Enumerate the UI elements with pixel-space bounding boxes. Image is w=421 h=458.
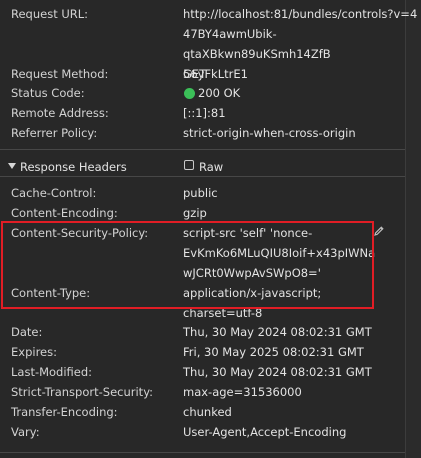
section-divider-top bbox=[0, 149, 405, 150]
date-label: Date: bbox=[11, 325, 43, 339]
strict-transport-security-value: max-age=31536000 bbox=[183, 385, 302, 399]
request-method-value: GET bbox=[183, 67, 207, 81]
section-divider-bottom bbox=[0, 176, 405, 177]
remote-address-label: Remote Address: bbox=[11, 106, 109, 120]
content-type-label: Content-Type: bbox=[11, 286, 91, 300]
request-url-label: Request URL: bbox=[11, 7, 89, 21]
request-url-value: http://localhost:81/bundles/controls?v=4… bbox=[183, 7, 418, 81]
status-ok-dot-icon bbox=[184, 88, 195, 99]
referrer-policy-label: Referrer Policy: bbox=[11, 126, 98, 140]
expires-value: Fri, 30 May 2025 08:02:31 GMT bbox=[183, 345, 364, 359]
vary-label: Vary: bbox=[11, 425, 40, 439]
raw-checkbox[interactable] bbox=[184, 160, 194, 170]
status-code-label: Status Code: bbox=[11, 86, 85, 100]
referrer-policy-value: strict-origin-when-cross-origin bbox=[183, 126, 356, 140]
network-headers-panel: Request URL: http://localhost:81/bundles… bbox=[0, 0, 421, 458]
bottom-divider bbox=[0, 452, 405, 453]
response-headers-title[interactable]: Response Headers bbox=[20, 157, 127, 177]
expires-label: Expires: bbox=[11, 345, 57, 359]
last-modified-value: Thu, 30 May 2024 08:02:31 GMT bbox=[183, 365, 372, 379]
cache-control-label: Cache-Control: bbox=[11, 186, 97, 200]
content-security-policy-label: Content-Security-Policy: bbox=[11, 226, 149, 240]
remote-address-value: [::1]:81 bbox=[183, 106, 226, 120]
date-value: Thu, 30 May 2024 08:02:31 GMT bbox=[183, 325, 372, 339]
last-modified-label: Last-Modified: bbox=[11, 365, 93, 379]
caret-down-icon[interactable] bbox=[8, 163, 16, 169]
content-security-policy-value: script-src 'self' 'nonce- EvKmKo6MLuQIU8… bbox=[183, 226, 376, 280]
request-method-label: Request Method: bbox=[11, 67, 109, 81]
content-encoding-label: Content-Encoding: bbox=[11, 206, 118, 220]
cache-control-value: public bbox=[183, 186, 218, 200]
vary-value: User-Agent,Accept-Encoding bbox=[183, 425, 347, 439]
transfer-encoding-label: Transfer-Encoding: bbox=[11, 405, 118, 419]
raw-label[interactable]: Raw bbox=[199, 157, 223, 177]
content-encoding-value: gzip bbox=[183, 206, 207, 220]
strict-transport-security-label: Strict-Transport-Security: bbox=[11, 385, 154, 399]
status-code-value: 200 OK bbox=[198, 86, 241, 100]
transfer-encoding-value: chunked bbox=[183, 405, 232, 419]
pencil-icon[interactable] bbox=[372, 224, 386, 238]
content-type-value: application/x-javascript; charset=utf-8 bbox=[183, 286, 322, 320]
